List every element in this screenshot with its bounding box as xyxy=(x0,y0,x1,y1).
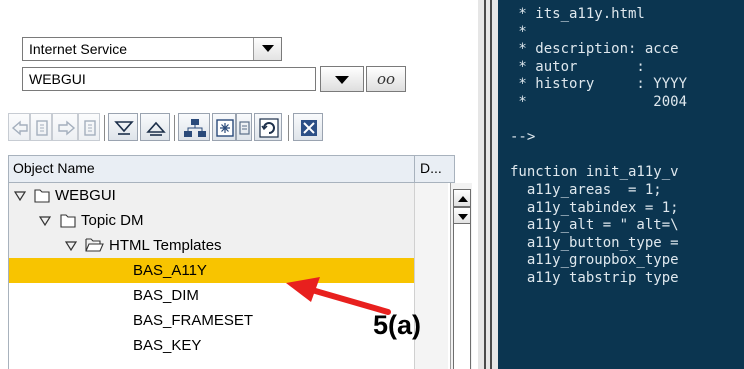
annotation-label: 5(a) xyxy=(373,310,422,340)
annotation-arrow xyxy=(286,277,391,315)
